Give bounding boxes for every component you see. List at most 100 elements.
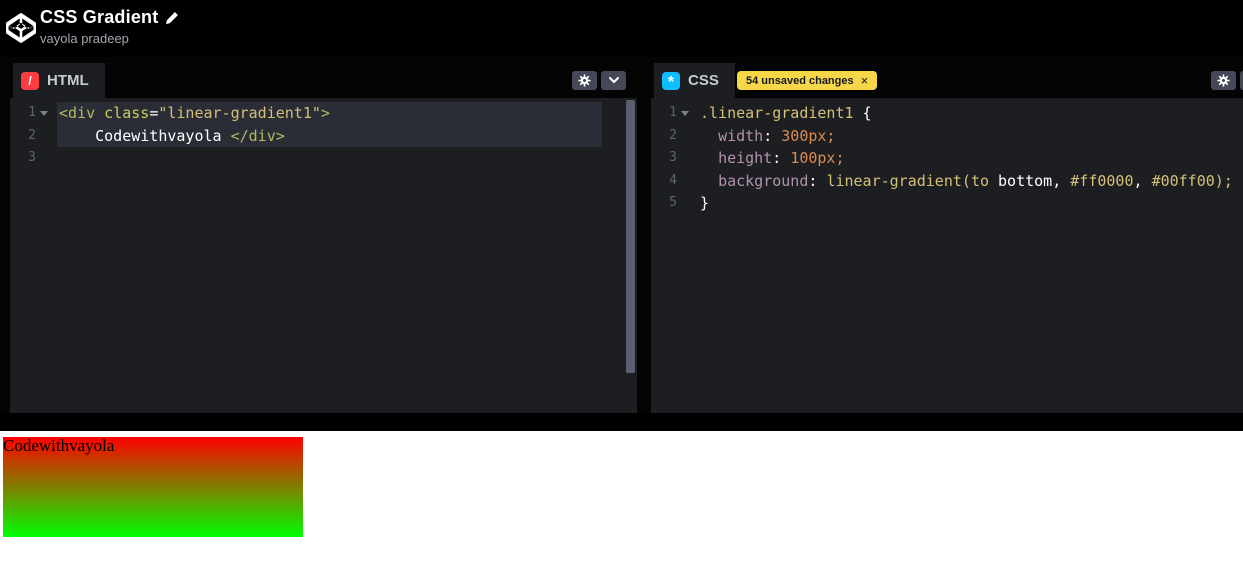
code-line[interactable]: 5}: [651, 192, 1243, 215]
unsaved-changes-text: 54 unsaved changes: [746, 74, 854, 87]
code-text: .linear-gradient1 {: [698, 102, 872, 125]
code-line[interactable]: 2 Codewithvayola </div>: [10, 125, 637, 148]
code-token: 100px;: [790, 149, 845, 167]
line-gutter: 3: [10, 147, 57, 170]
code-line[interactable]: 4 background: linear-gradient(to bottom,…: [651, 170, 1243, 193]
css-code-area[interactable]: 1 .linear-gradient1 {2 width: 300px; 3 hei…: [651, 98, 1243, 413]
code-text: <div class="linear-gradient1">: [57, 102, 330, 125]
code-token: );: [1214, 171, 1233, 190]
line-gutter: 2: [651, 125, 698, 148]
code-token: class: [104, 104, 150, 122]
code-token: width: [718, 126, 764, 145]
html-slash-icon: /: [21, 71, 39, 90]
code-line[interactable]: 1 .linear-gradient1 {: [651, 102, 1243, 125]
code-token: linear-gradient(: [826, 171, 971, 190]
gradient-preview-box: Codewithvayola: [3, 436, 303, 537]
code-line[interactable]: 3 height: 100px;: [651, 147, 1243, 170]
code-token: :: [772, 149, 791, 167]
code-line[interactable]: 3: [10, 147, 637, 170]
line-gutter: 1: [651, 102, 698, 125]
tab-html[interactable]: / HTML: [13, 63, 105, 98]
html-tab-bar: / HTML: [10, 62, 637, 98]
code-token: Codewithvayola: [59, 126, 231, 145]
fold-arrow-icon[interactable]: [36, 102, 52, 125]
line-number: 4: [669, 172, 677, 188]
code-text: background: linear-gradient(to bottom, #…: [698, 170, 1233, 193]
editors-section: / HTML 1 <div class="linear-gradient1"> …: [0, 57, 1243, 413]
css-settings-button[interactable]: [1211, 71, 1236, 90]
preview-pane: Codewithvayola: [0, 431, 1243, 571]
app-header: CSS Gradient vayola pradeep: [0, 0, 1243, 57]
pen-title: CSS Gradient: [40, 7, 159, 27]
html-scrollbar-thumb[interactable]: [626, 100, 635, 373]
line-gutter: 4: [651, 170, 698, 193]
line-number: 2: [28, 127, 36, 143]
code-token: :: [763, 126, 782, 145]
pen-title-row: CSS Gradient: [40, 7, 179, 28]
line-number: 3: [28, 150, 36, 165]
editor-preview-divider[interactable]: [0, 413, 1243, 431]
code-token: {: [853, 104, 872, 122]
css-asterisk-icon: *: [662, 71, 680, 91]
code-text: }: [698, 192, 709, 215]
line-number: 1: [28, 105, 36, 120]
gear-icon: [1217, 74, 1230, 87]
html-icon-glyph: /: [28, 73, 32, 88]
line-number: 1: [669, 105, 677, 120]
code-token: ,: [1052, 171, 1071, 190]
edit-pencil-icon[interactable]: [165, 11, 179, 25]
line-gutter: 1: [10, 102, 57, 125]
pen-author: vayola pradeep: [40, 31, 129, 46]
code-token: :: [808, 171, 827, 190]
line-gutter: 3: [651, 147, 698, 170]
code-token: "linear-gradient1": [158, 104, 321, 122]
html-settings-button[interactable]: [572, 71, 597, 90]
code-token: <div: [59, 104, 96, 122]
code-token: =: [149, 104, 159, 122]
line-number: 5: [669, 195, 677, 210]
line-number: 3: [669, 150, 677, 165]
html-collapse-button[interactable]: [601, 71, 626, 90]
code-token: }: [700, 194, 710, 212]
code-text: Codewithvayola </div>: [57, 125, 285, 148]
fold-arrow-icon[interactable]: [677, 102, 693, 125]
line-gutter: 2: [10, 125, 57, 148]
css-tab-bar: * CSS 54 unsaved changes ×: [651, 62, 1243, 98]
badge-close-icon[interactable]: ×: [861, 74, 869, 87]
code-token: #ff0000: [1070, 171, 1134, 190]
code-token: >: [320, 104, 330, 122]
html-code-area[interactable]: 1 <div class="linear-gradient1"> 2 Codewit…: [10, 98, 637, 413]
code-text: width: 300px;: [698, 125, 835, 148]
css-icon-glyph: *: [667, 73, 675, 91]
css-editor-panel: * CSS 54 unsaved changes × 1 .linear-gra…: [651, 62, 1243, 413]
code-token: to: [970, 171, 999, 190]
code-token: #00ff00: [1151, 171, 1215, 190]
line-gutter: 5: [651, 192, 698, 215]
code-token: </div>: [230, 126, 285, 145]
code-line[interactable]: 2 width: 300px;: [651, 125, 1243, 148]
code-token: .linear-gradient1: [700, 104, 854, 122]
code-text: height: 100px;: [698, 147, 845, 170]
code-token: bottom: [998, 171, 1053, 190]
code-token: 300px;: [781, 126, 836, 145]
tab-css[interactable]: * CSS: [654, 63, 735, 98]
code-token: ,: [1133, 171, 1152, 190]
codepen-logo-icon[interactable]: [6, 12, 36, 44]
unsaved-changes-badge[interactable]: 54 unsaved changes ×: [737, 71, 878, 90]
code-token: background: [718, 171, 809, 190]
code-line[interactable]: 1 <div class="linear-gradient1">: [10, 102, 637, 125]
html-tab-label: HTML: [47, 72, 89, 89]
line-number: 2: [669, 127, 677, 143]
code-token: height: [718, 149, 773, 167]
